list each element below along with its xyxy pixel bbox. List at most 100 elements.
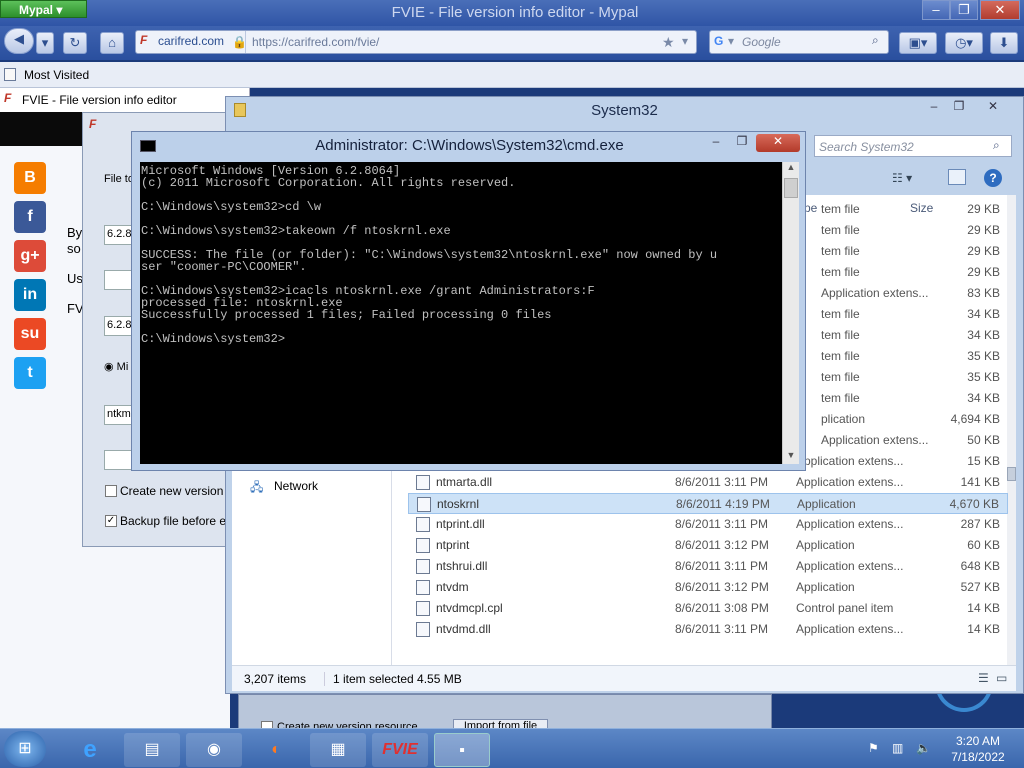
backup-file-checkbox[interactable]: ✓ [105, 515, 117, 527]
file-name: ntshrui.dll [436, 559, 488, 573]
table-row[interactable]: ntprint 8/6/2011 3:12 PM Application 60 KB [408, 535, 1008, 556]
back-arrow-icon[interactable]: ◀ [4, 28, 34, 54]
table-row[interactable]: ntshrui.dll 8/6/2011 3:11 PM Application e… [408, 556, 1008, 577]
scrollbar-thumb[interactable] [1007, 467, 1016, 481]
table-row[interactable]: ntoskrnl 8/6/2011 4:19 PM Application 4,670… [408, 493, 1008, 514]
file-type: Application extens... [796, 517, 904, 531]
bookmarks-menu-icon[interactable]: ▣▾ [899, 32, 937, 54]
maximize-icon[interactable]: ❐ [950, 0, 978, 20]
stumbleupon-icon[interactable]: su [14, 318, 46, 350]
backup-file-label: Backup file before edi [120, 514, 236, 528]
clock-time: 3:20 AM [955, 734, 1001, 748]
bookmark-most-visited[interactable]: Most Visited [24, 68, 89, 82]
table-row[interactable]: ntvdm 8/6/2011 3:12 PM Application 527 KB [408, 577, 1008, 598]
google-icon: G [714, 34, 724, 48]
file-type: Application [796, 580, 855, 594]
fvie-logo-icon: F [89, 117, 97, 131]
blogger-icon[interactable]: B [14, 162, 46, 194]
volume-icon[interactable]: 🔈 [916, 741, 931, 755]
scrollbar-thumb[interactable] [784, 178, 798, 198]
file-size: 527 KB [960, 580, 1000, 594]
googleplus-icon[interactable]: g+ [14, 240, 46, 272]
facebook-icon[interactable]: f [14, 201, 46, 233]
file-explorer-icon[interactable]: ▤ [124, 733, 180, 767]
radio-option[interactable]: ◉ Mi [104, 360, 128, 373]
view-options-icon[interactable]: ☷ ▾ [892, 171, 912, 185]
search-icon[interactable]: ⌕ [872, 33, 879, 48]
minimize-icon[interactable]: – [923, 99, 945, 115]
app-menu-button[interactable]: Mypal ▾ [0, 0, 87, 18]
twitter-icon[interactable]: t [14, 357, 46, 389]
search-engine-dropdown-icon[interactable]: ▾ [728, 34, 734, 48]
linkedin-icon[interactable]: in [14, 279, 46, 311]
file-type: Application extens... [796, 454, 904, 468]
table-row[interactable]: ntprint.dll 8/6/2011 3:11 PM Application e… [408, 514, 1008, 535]
console-line: (c) 2011 Microsoft Corporation. All righ… [141, 176, 516, 190]
cmd-console[interactable]: Microsoft Windows [Version 6.2.8064] (c) … [140, 162, 782, 464]
url-bar[interactable]: F carifred.com 🔒 https://carifred.com/fv… [135, 30, 697, 54]
file-date: 8/6/2011 3:11 PM [675, 559, 768, 573]
file-icon [416, 559, 430, 574]
help-icon[interactable]: ? [984, 169, 1002, 187]
file-size: 34 KB [967, 307, 1000, 321]
reload-icon[interactable]: ↻ [63, 32, 87, 54]
console-line: Successfully processed 1 files; Failed p… [141, 308, 552, 322]
minimize-icon[interactable]: – [922, 0, 950, 20]
cmd-scrollbar[interactable]: ▲ ▼ [782, 162, 799, 464]
create-version-checkbox[interactable] [105, 485, 117, 497]
close-icon[interactable]: ✕ [980, 0, 1020, 20]
site-favicon: F [140, 33, 148, 47]
close-icon[interactable]: ✕ [982, 99, 1004, 115]
clock[interactable]: 3:20 AM 7/18/2022 [942, 733, 1014, 765]
clock-date: 7/18/2022 [951, 750, 1005, 764]
details-view-icon[interactable]: ☰ [978, 671, 989, 685]
installer-icon[interactable]: ▦ [310, 733, 366, 767]
cmd-taskbar-icon[interactable]: ▪ [434, 733, 490, 767]
product-version-input[interactable]: 6.2.8 [104, 316, 134, 336]
file-size: 287 KB [960, 517, 1000, 531]
firefox-icon[interactable]: ◐ [248, 733, 304, 767]
table-row[interactable]: ntvdmcpl.cpl 8/6/2011 3:08 PM Control pane… [408, 598, 1008, 619]
file-size: 29 KB [967, 244, 1000, 258]
search-bar[interactable]: G ▾ Google ⌕ [709, 30, 889, 54]
nav-network[interactable]: Network [274, 479, 318, 493]
file-size: 35 KB [967, 370, 1000, 384]
minimize-icon[interactable]: – [704, 134, 728, 152]
blank-input[interactable] [104, 450, 134, 470]
internet-explorer-icon[interactable]: e [62, 733, 118, 767]
tab-fvie[interactable]: F FVIE - File version info editor [0, 88, 250, 112]
dropdown-icon[interactable]: ▾ [682, 34, 688, 48]
file-version-input[interactable]: 6.2.8 [104, 225, 134, 245]
scroll-up-icon[interactable]: ▲ [783, 162, 799, 174]
history-icon[interactable]: ◷▾ [945, 32, 983, 54]
filename-input[interactable]: ntkm [104, 405, 134, 425]
file-type: Application [796, 538, 855, 552]
table-row[interactable]: ntmarta.dll 8/6/2011 3:11 PM Application e… [408, 472, 1008, 493]
downloads-icon[interactable]: ⬇ [990, 32, 1018, 54]
search-icon[interactable]: ⌕ [993, 138, 1000, 153]
mypal-icon[interactable]: ◉ [186, 733, 242, 767]
maximize-icon[interactable]: ❐ [730, 134, 754, 152]
start-button[interactable]: ⊞ [4, 731, 46, 767]
fvie-icon[interactable]: FVIE [372, 733, 428, 767]
table-row[interactable]: ntvdmd.dll 8/6/2011 3:11 PM Application ex… [408, 619, 1008, 640]
scrollbar[interactable] [1007, 195, 1016, 665]
site-identity[interactable]: F carifred.com [136, 31, 246, 53]
star-icon[interactable]: ★ [662, 34, 675, 51]
file-type: tem file [821, 370, 860, 384]
large-icons-view-icon[interactable]: ▭ [996, 671, 1007, 685]
close-icon[interactable]: ✕ [756, 134, 800, 152]
column-header-type[interactable]: pe [804, 201, 817, 215]
preview-pane-icon[interactable] [948, 169, 966, 185]
action-center-icon[interactable]: ⚑ [868, 741, 879, 755]
file-size: 29 KB [967, 202, 1000, 216]
explorer-search-input[interactable]: Search System32 ⌕ [814, 135, 1012, 157]
maximize-icon[interactable]: ❐ [948, 99, 970, 115]
scroll-down-icon[interactable]: ▼ [783, 450, 799, 462]
network-status-icon[interactable]: ▥ [892, 741, 903, 755]
home-icon[interactable]: ⌂ [100, 32, 124, 54]
blank-input[interactable] [104, 270, 134, 290]
column-header-size[interactable]: Size [910, 201, 933, 215]
app-menu-label: Mypal [19, 3, 54, 17]
forward-dropdown-icon[interactable]: ▾ [36, 32, 54, 54]
